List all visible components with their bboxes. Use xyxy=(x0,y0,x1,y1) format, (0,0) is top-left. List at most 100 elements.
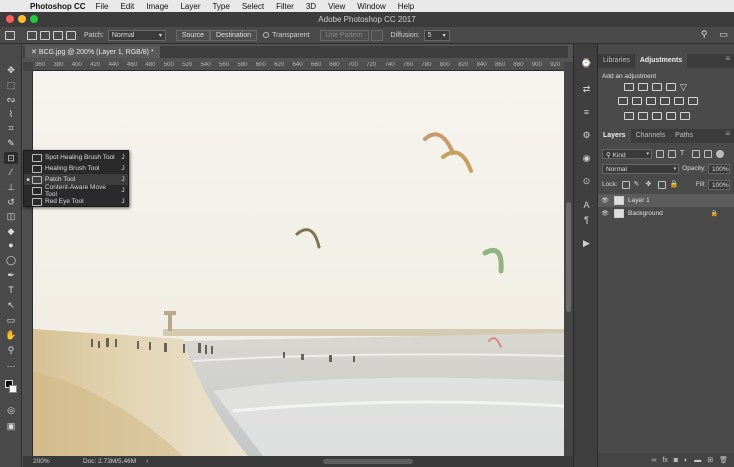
dodge-tool-icon[interactable]: ◯ xyxy=(4,254,18,266)
lock-transparent-icon[interactable] xyxy=(621,180,630,189)
document-tab[interactable]: ✕ BCG.jpg @ 200% (Layer 1, RGB/8) * xyxy=(25,46,160,58)
menu-view[interactable]: View xyxy=(328,2,345,11)
folder-icon[interactable]: ▬ xyxy=(694,457,701,464)
properties-icon[interactable]: ⇄ xyxy=(580,84,593,95)
hand-tool-icon[interactable]: ✋ xyxy=(4,329,18,341)
vibrance-icon[interactable]: ▽ xyxy=(680,83,690,92)
menu-3d[interactable]: 3D xyxy=(306,2,316,11)
subtract-selection-icon[interactable] xyxy=(53,30,63,40)
sliders-icon[interactable]: ≡ xyxy=(580,107,593,118)
layer-row-layer-1[interactable]: 👁 Layer 1 xyxy=(598,194,734,207)
intersect-selection-icon[interactable] xyxy=(66,30,76,40)
menu-filter[interactable]: Filter xyxy=(276,2,294,11)
tab-channels[interactable]: Channels xyxy=(631,129,671,143)
smart-filter-icon[interactable] xyxy=(704,149,712,158)
new-layer-icon[interactable]: ⊞ xyxy=(707,456,713,464)
styles-icon[interactable]: ⊙ xyxy=(580,176,593,187)
eraser-tool-icon[interactable]: ◫ xyxy=(4,210,18,222)
transparent-checkbox[interactable]: Transparent xyxy=(263,32,310,39)
channel-mixer-icon[interactable] xyxy=(674,97,684,105)
menu-file[interactable]: File xyxy=(96,2,109,11)
new-selection-icon[interactable] xyxy=(27,30,37,40)
flyout-item-spot-healing[interactable]: Spot Healing Brush Tool J xyxy=(24,152,128,163)
threshold-icon[interactable] xyxy=(652,112,662,120)
curves-icon[interactable] xyxy=(652,83,662,91)
diffusion-select[interactable]: 5 ▾ xyxy=(423,29,450,41)
menu-image[interactable]: Image xyxy=(146,2,168,11)
eye-icon[interactable]: 👁 xyxy=(598,197,612,204)
quick-select-tool-icon[interactable]: ⌇ xyxy=(4,108,18,120)
pen-tool-icon[interactable]: ✒ xyxy=(4,269,18,281)
lock-artboard-icon[interactable] xyxy=(657,180,666,189)
black-white-icon[interactable] xyxy=(646,97,656,105)
paragraph-icon[interactable]: ¶ xyxy=(580,215,593,226)
horizontal-ruler[interactable]: 360 380 400 420 440 460 480 500 520 540 560 580 600 6… xyxy=(33,62,564,71)
pixel-filter-icon[interactable] xyxy=(656,149,664,158)
screen-mode-icon[interactable]: ▣ xyxy=(4,420,18,432)
tab-adjustments[interactable]: Adjustments xyxy=(634,54,688,68)
pattern-picker[interactable] xyxy=(370,29,383,41)
photo-filter-icon[interactable] xyxy=(660,97,670,105)
layer-row-background[interactable]: 👁 Background 🔒 xyxy=(598,207,734,220)
menu-app-name[interactable]: Photoshop CC xyxy=(30,2,86,11)
quick-mask-icon[interactable]: ◎ xyxy=(4,404,18,416)
tab-libraries[interactable]: Libraries xyxy=(598,54,635,68)
patch-mode-select[interactable]: Normal ▾ xyxy=(107,29,166,41)
zoom-tool-icon[interactable]: ⚲ xyxy=(4,344,18,356)
close-icon[interactable]: ✕ xyxy=(31,49,39,56)
link-icon[interactable]: ∞ xyxy=(651,457,656,464)
tab-paths[interactable]: Paths xyxy=(670,129,698,143)
filter-toggle-icon[interactable] xyxy=(716,149,724,158)
menu-window[interactable]: Window xyxy=(357,2,385,11)
swatches-icon[interactable]: ◉ xyxy=(580,153,593,164)
destination-button[interactable]: Destination xyxy=(210,29,258,41)
lock-pixels-icon[interactable]: ✎ xyxy=(634,181,642,189)
posterize-icon[interactable] xyxy=(638,112,648,120)
menu-edit[interactable]: Edit xyxy=(120,2,134,11)
play-icon[interactable]: ▶ xyxy=(580,238,593,249)
horizontal-scroll-thumb[interactable] xyxy=(323,459,413,464)
search-icon[interactable]: ⚲ xyxy=(701,29,708,40)
color-swatches-icon[interactable] xyxy=(4,380,18,394)
healing-tool-icon[interactable]: ⊡ xyxy=(4,152,18,164)
blend-mode-select[interactable]: Normal ▾ xyxy=(602,163,680,174)
flyout-item-red-eye[interactable]: Red Eye Tool J xyxy=(24,196,128,207)
menu-select[interactable]: Select xyxy=(242,2,264,11)
workspace-icon[interactable]: ▭ xyxy=(719,29,728,40)
character-icon[interactable]: A xyxy=(580,200,593,211)
lasso-tool-icon[interactable]: ᔓ xyxy=(4,93,18,105)
more-tools-icon[interactable]: ⋯ xyxy=(4,360,18,372)
eye-icon[interactable]: 👁 xyxy=(598,210,612,217)
libraries-icon[interactable]: ⚙ xyxy=(580,130,593,141)
adjustment-icon[interactable]: ◐ xyxy=(684,457,688,464)
eyedropper-tool-icon[interactable]: ✎ xyxy=(4,137,18,149)
invert-icon[interactable] xyxy=(624,112,634,120)
vertical-ruler[interactable] xyxy=(23,71,33,456)
document-canvas[interactable] xyxy=(33,71,564,456)
use-pattern-button[interactable]: Use Pattern xyxy=(319,29,369,41)
scroll-thumb[interactable] xyxy=(566,202,571,312)
stamp-tool-icon[interactable]: ⊥ xyxy=(4,181,18,193)
add-selection-icon[interactable] xyxy=(40,30,50,40)
mask-icon[interactable]: ◙ xyxy=(674,457,678,464)
path-select-tool-icon[interactable]: ↖ xyxy=(4,299,18,311)
vertical-scrollbar[interactable] xyxy=(564,62,573,456)
flyout-item-content-aware-move[interactable]: Content-Aware Move Tool J xyxy=(24,184,128,198)
fx-icon[interactable]: fx xyxy=(662,457,667,464)
menu-type[interactable]: Type xyxy=(212,2,229,11)
brightness-icon[interactable] xyxy=(624,83,634,91)
lock-position-icon[interactable]: ✥ xyxy=(646,181,654,189)
type-tool-icon[interactable]: T xyxy=(4,284,18,296)
shape-filter-icon[interactable] xyxy=(692,149,700,158)
move-tool-icon[interactable]: ✥ xyxy=(4,64,18,76)
menu-layer[interactable]: Layer xyxy=(180,2,200,11)
exposure-icon[interactable] xyxy=(666,83,676,91)
status-menu-icon[interactable]: › xyxy=(146,459,148,465)
levels-icon[interactable] xyxy=(638,83,648,91)
kind-filter-select[interactable]: ⚲ Kind ▾ xyxy=(602,148,652,159)
paint-bucket-tool-icon[interactable]: ◆ xyxy=(4,225,18,237)
trash-icon[interactable]: 🗑 xyxy=(719,456,728,464)
brush-tool-icon[interactable]: ∕ xyxy=(4,166,18,178)
marquee-tool-icon[interactable]: ⬚ xyxy=(4,79,18,91)
color-balance-icon[interactable] xyxy=(632,97,642,105)
